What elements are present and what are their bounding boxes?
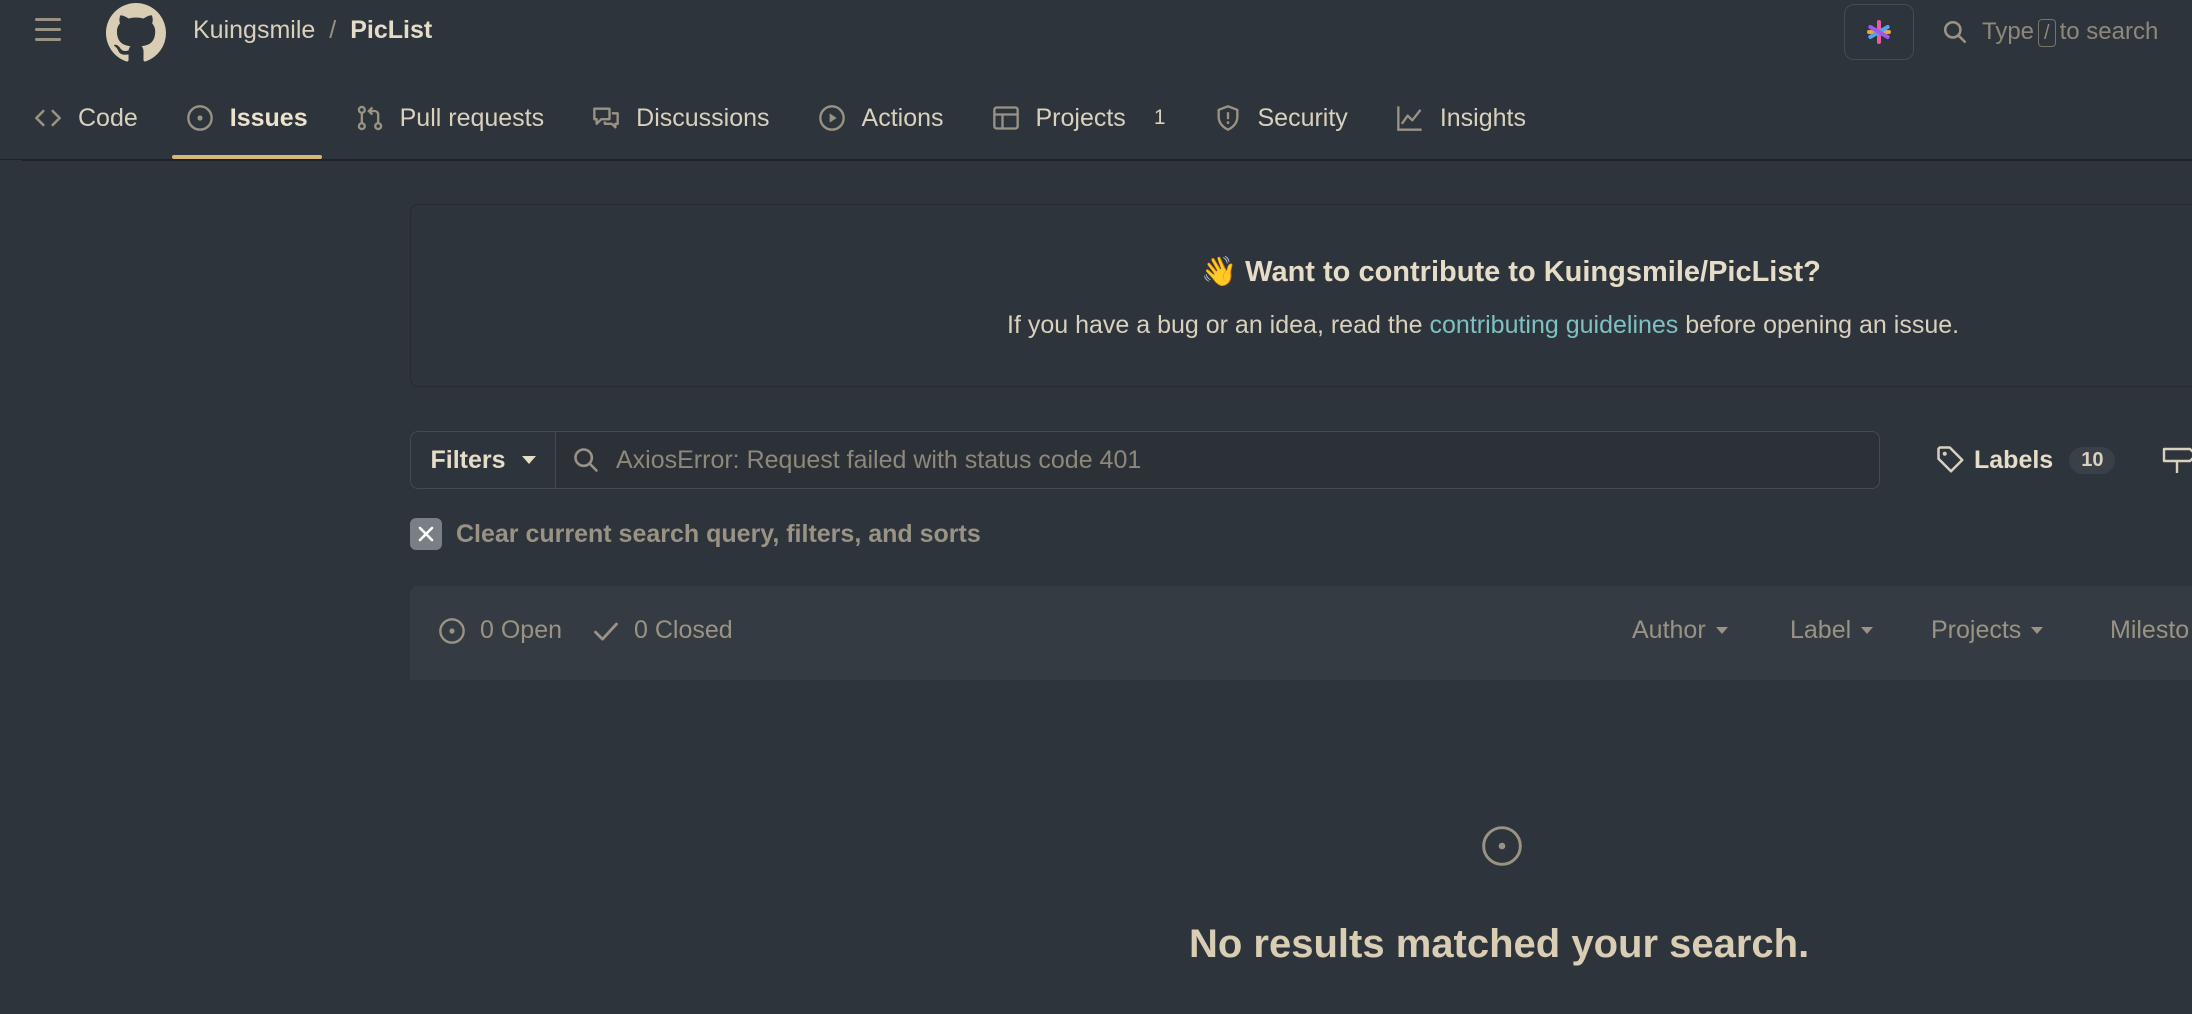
search-shortcut-key: /: [2038, 18, 2056, 47]
empty-state-message: No results matched your search.: [1189, 922, 1810, 966]
chevron-down-icon: [2031, 627, 2044, 634]
repo-name-link[interactable]: PicList: [350, 16, 432, 45]
issue-opened-icon: [1482, 826, 1522, 866]
tab-discussions[interactable]: Discussions: [578, 92, 783, 144]
contributing-guidelines-link[interactable]: contributing guidelines: [1430, 311, 1679, 339]
tab-label: Code: [78, 103, 138, 132]
tab-label: Pull requests: [399, 103, 545, 132]
tab-label: Discussions: [636, 103, 770, 132]
filters-button-label: Filters: [430, 445, 506, 474]
github-logo-icon[interactable]: [106, 3, 166, 63]
global-search[interactable]: Type / to search: [1942, 12, 2192, 52]
labels-label: Labels: [1974, 445, 2054, 474]
label-filter-label: Label: [1790, 616, 1852, 644]
shield-icon: [1217, 105, 1238, 131]
filters-button[interactable]: Filters: [410, 431, 556, 489]
label-filter[interactable]: Label: [1790, 616, 1874, 645]
labels-count-badge: 10: [2069, 446, 2116, 474]
check-icon: [594, 622, 618, 641]
milestones-filter[interactable]: Milesto: [2110, 616, 2189, 645]
author-filter[interactable]: Author: [1632, 616, 1728, 645]
open-count-label: 0 Open: [480, 616, 563, 644]
open-issues-toggle[interactable]: 0 Open: [438, 616, 562, 645]
issue-opened-icon: [186, 105, 213, 131]
issue-opened-icon: [439, 617, 465, 644]
contribute-banner: 👋 Want to contribute to Kuingsmile/PicLi…: [410, 204, 2192, 387]
projects-count: 1: [1153, 106, 1166, 129]
table-icon: [992, 106, 1019, 130]
nav-divider: [22, 160, 2192, 161]
graph-icon: [1396, 106, 1422, 131]
issues-search-field[interactable]: [556, 431, 1880, 489]
closed-count-label: 0 Closed: [634, 616, 733, 644]
tag-icon: [1937, 446, 1964, 473]
tab-label: Insights: [1439, 103, 1526, 132]
tab-security[interactable]: Security: [1200, 92, 1362, 144]
repo-owner-link[interactable]: Kuingsmile: [193, 16, 315, 45]
wave-emoji-icon: 👋: [1201, 256, 1238, 288]
projects-filter-label: Projects: [1931, 616, 2022, 644]
breadcrumb-separator: /: [329, 16, 337, 44]
tab-actions[interactable]: Actions: [804, 92, 958, 144]
tab-label: Security: [1257, 103, 1348, 132]
chevron-down-icon: [1715, 627, 1728, 634]
clear-filters-label[interactable]: Clear current search query, filters, and…: [456, 520, 981, 549]
close-icon[interactable]: [410, 518, 442, 550]
search-icon: [574, 448, 598, 472]
top-bar: Kuingsmile / PicList Type / to search Code…: [0, 0, 2192, 160]
labels-button[interactable]: Labels 10: [1936, 431, 2116, 489]
tab-pull-requests[interactable]: Pull requests: [342, 92, 559, 144]
milestones-filter-label: Milesto: [2110, 616, 2190, 644]
issues-search-input[interactable]: [616, 445, 1816, 475]
filters-row: Filters Labels 10: [410, 431, 2192, 489]
tab-projects[interactable]: Projects 1: [978, 92, 1180, 144]
milestone-icon[interactable]: [2162, 445, 2192, 475]
author-filter-label: Author: [1632, 616, 1706, 644]
play-icon: [818, 105, 845, 131]
search-prefix: Type: [1982, 17, 2035, 45]
closed-issues-toggle[interactable]: 0 Closed: [592, 616, 733, 645]
copilot-sparkle-icon: [1867, 20, 1891, 44]
menu-icon[interactable]: [35, 18, 63, 42]
projects-filter[interactable]: Projects: [1931, 616, 2044, 645]
contribute-text: If you have a bug or an idea, read the c…: [1007, 311, 1959, 340]
breadcrumb: Kuingsmile / PicList: [193, 16, 432, 45]
contribute-title: 👋 Want to contribute to Kuingsmile/PicLi…: [1201, 255, 1821, 289]
comment-discussion-icon: [593, 107, 619, 129]
tab-code[interactable]: Code: [20, 92, 152, 144]
contribute-text-before: If you have a bug or an idea, read the: [1007, 311, 1423, 339]
tab-label: Projects: [1035, 103, 1126, 132]
contribute-title-text: Want to contribute to Kuingsmile/PicList…: [1245, 256, 1821, 288]
tab-label: Actions: [861, 103, 944, 132]
copilot-button[interactable]: [1844, 4, 1914, 60]
tab-insights[interactable]: Insights: [1382, 92, 1540, 144]
git-pull-request-icon: [357, 105, 382, 131]
chevron-down-icon: [521, 456, 536, 464]
tab-issues[interactable]: Issues: [171, 92, 322, 159]
issues-list-header: 0 Open 0 Closed Author Label Projects Mi…: [410, 586, 2192, 680]
tab-label: Issues: [229, 103, 308, 132]
search-suffix: to search: [2059, 17, 2159, 45]
chevron-down-icon: [1861, 627, 1874, 634]
clear-filters-row[interactable]: Clear current search query, filters, and…: [410, 518, 981, 550]
search-icon: [1943, 20, 1967, 44]
contribute-text-after: before opening an issue.: [1685, 311, 1960, 339]
code-icon: [35, 109, 61, 127]
repo-nav-tabs: Code Issues Pull requests Discussions Ac…: [0, 92, 1540, 160]
